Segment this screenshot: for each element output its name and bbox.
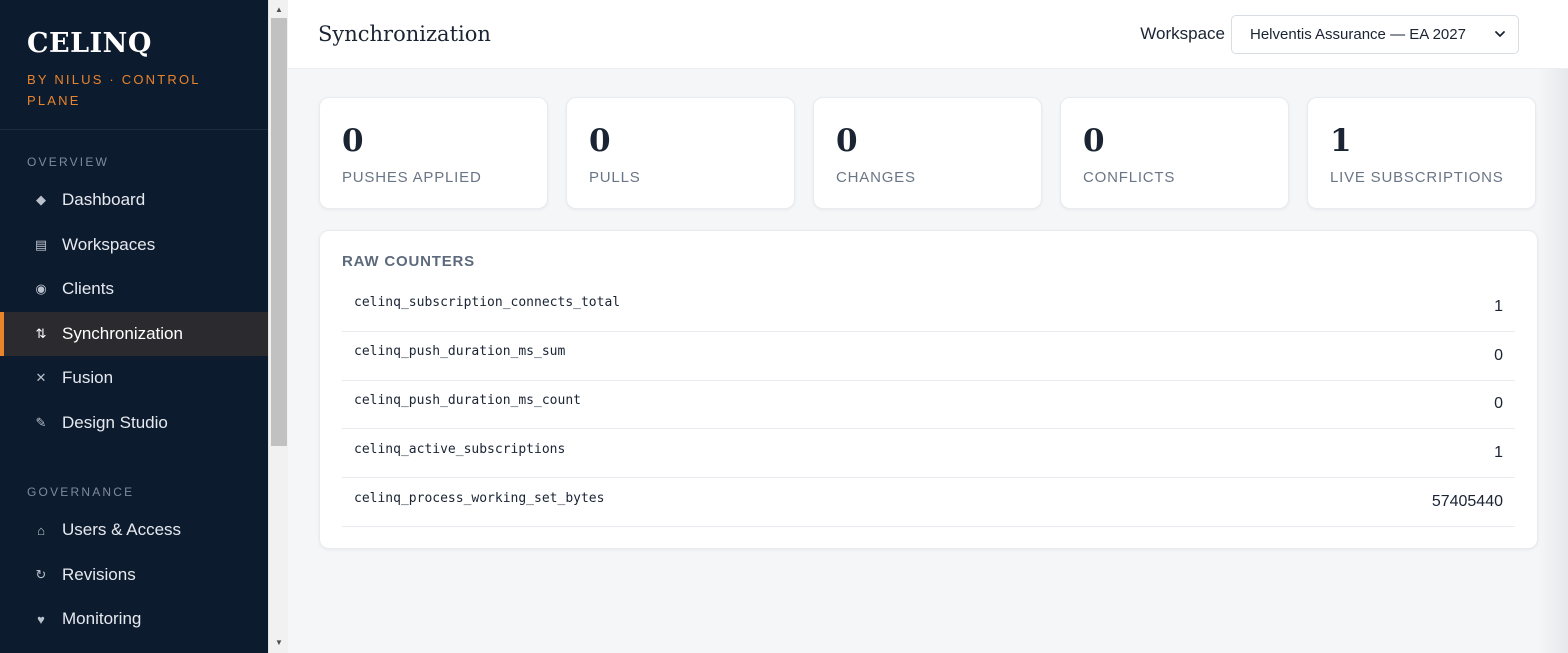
stat-card-pulls: 0 PULLS	[566, 97, 795, 209]
stat-label: CHANGES	[836, 169, 916, 186]
counter-value: 0	[1494, 395, 1503, 413]
edge-shadow	[1538, 69, 1568, 653]
sidebar-item-users-access[interactable]: ⌂ Users & Access	[0, 508, 268, 553]
radio-icon: ◉	[35, 281, 47, 297]
cross-icon: ✕	[35, 370, 47, 386]
section-label-governance: GOVERNANCE	[27, 485, 135, 499]
sidebar: CELINQ BY NILUS · CONTROL PLANE OVERVIEW…	[0, 0, 268, 653]
scrollbar-thumb[interactable]	[271, 18, 287, 446]
sidebar-item-label: Dashboard	[62, 190, 146, 210]
sidebar-item-label: Revisions	[62, 564, 136, 584]
raw-counters-panel: RAW COUNTERS celinq_subscription_connect…	[319, 230, 1538, 549]
sidebar-item-clients[interactable]: ◉ Clients	[0, 267, 268, 312]
counter-value: 1	[1494, 297, 1503, 315]
counter-name: celinq_push_duration_ms_count	[354, 392, 581, 408]
stat-label: PULLS	[589, 169, 641, 186]
sidebar-item-dashboard[interactable]: ◆ Dashboard	[0, 178, 268, 223]
stat-value: 0	[342, 123, 364, 159]
counter-name: celinq_subscription_connects_total	[354, 295, 621, 311]
counter-name: celinq_push_duration_ms_sum	[354, 344, 566, 360]
stat-card-pushes-applied: 0 PUSHES APPLIED	[319, 97, 548, 209]
sync-arrows-icon: ⇅	[35, 325, 47, 341]
brand-name: CELINQ	[27, 28, 152, 59]
stat-card-live-subscriptions: 1 LIVE SUBSCRIPTIONS	[1307, 97, 1536, 209]
heart-icon: ♥	[37, 611, 45, 627]
counter-value: 1	[1494, 444, 1503, 462]
stat-label: LIVE SUBSCRIPTIONS	[1330, 169, 1504, 186]
counter-value: 0	[1494, 346, 1503, 364]
workspace-select-value: Helventis Assurance — EA 2027	[1250, 25, 1466, 43]
nav-overview: ◆ Dashboard ▤ Workspaces ◉ Clients ⇅ Syn…	[0, 178, 268, 445]
pencil-icon: ✎	[35, 414, 47, 430]
brand-subtitle: BY NILUS · CONTROL PLANE	[27, 72, 201, 108]
counter-value: 57405440	[1431, 493, 1503, 511]
sidebar-item-label: Clients	[62, 279, 114, 299]
table-row: celinq_push_duration_ms_sum 0	[342, 332, 1515, 381]
list-icon: ▤	[34, 236, 48, 252]
brand: CELINQ BY NILUS · CONTROL PLANE	[0, 0, 268, 130]
sidebar-item-label: Workspaces	[62, 234, 156, 254]
sidebar-item-label: Monitoring	[62, 609, 142, 629]
house-icon: ⌂	[37, 522, 45, 538]
raw-counters-table: celinq_subscription_connects_total 1 cel…	[342, 283, 1515, 527]
table-row: celinq_subscription_connects_total 1	[342, 283, 1515, 332]
sidebar-item-revisions[interactable]: ↻ Revisions	[0, 553, 268, 598]
sidebar-item-design-studio[interactable]: ✎ Design Studio	[0, 401, 268, 446]
sidebar-item-label: Design Studio	[62, 412, 168, 432]
stat-value: 0	[1083, 123, 1105, 159]
sidebar-item-synchronization[interactable]: ⇅ Synchronization	[0, 311, 268, 356]
scroll-up-arrow-icon[interactable]: ▲	[269, 2, 289, 18]
section-label-overview: OVERVIEW	[27, 155, 110, 169]
sidebar-item-label: Users & Access	[62, 520, 182, 540]
nav-governance: ⌂ Users & Access ↻ Revisions ♥ Monitorin…	[0, 508, 268, 642]
sidebar-scrollbar[interactable]: ▲ ▼	[268, 0, 288, 653]
stat-label: CONFLICTS	[1083, 169, 1176, 186]
stat-value: 0	[836, 123, 858, 159]
stat-card-conflicts: 0 CONFLICTS	[1060, 97, 1289, 209]
counter-name: celinq_process_working_set_bytes	[354, 490, 605, 506]
stat-card-changes: 0 CHANGES	[813, 97, 1042, 209]
stat-label: PUSHES APPLIED	[342, 169, 482, 186]
table-row: celinq_active_subscriptions 1	[342, 429, 1515, 479]
sidebar-item-monitoring[interactable]: ♥ Monitoring	[0, 597, 268, 642]
stats-row: 0 PUSHES APPLIED 0 PULLS 0 CHANGES 0 CON…	[319, 97, 1536, 209]
table-row: celinq_push_duration_ms_count 0	[342, 381, 1515, 430]
diamond-icon: ◆	[36, 192, 46, 208]
sidebar-item-workspaces[interactable]: ▤ Workspaces	[0, 223, 268, 268]
topbar: Synchronization Workspace Helventis Assu…	[288, 0, 1568, 69]
workspace-select[interactable]: Helventis Assurance — EA 2027	[1231, 14, 1519, 54]
stat-value: 1	[1330, 123, 1352, 159]
page-title: Synchronization	[318, 22, 491, 46]
sidebar-item-label: Fusion	[62, 368, 114, 388]
stat-value: 0	[589, 123, 611, 159]
refresh-icon: ↻	[35, 566, 47, 582]
workspace-label: Workspace	[1140, 24, 1225, 43]
sidebar-item-fusion[interactable]: ✕ Fusion	[0, 356, 268, 401]
raw-counters-title: RAW COUNTERS	[342, 253, 475, 270]
table-row: celinq_process_working_set_bytes 5740544…	[342, 478, 1515, 527]
counter-name: celinq_active_subscriptions	[354, 441, 566, 457]
main-content: Synchronization Workspace Helventis Assu…	[288, 0, 1568, 653]
workspace-picker: Workspace Helventis Assurance — EA 2027	[1140, 14, 1519, 54]
sidebar-item-label: Synchronization	[62, 323, 183, 343]
chevron-down-icon	[1495, 31, 1505, 37]
scroll-down-arrow-icon[interactable]: ▼	[269, 635, 289, 651]
